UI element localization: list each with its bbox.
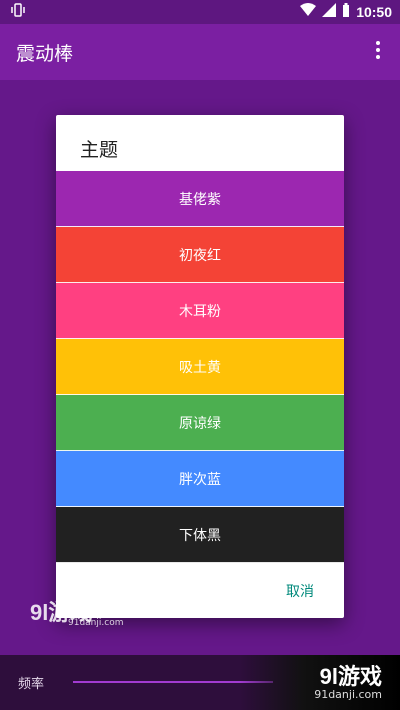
- theme-option-pink[interactable]: 木耳粉: [56, 283, 344, 339]
- theme-option-purple[interactable]: 基佬紫: [56, 171, 344, 227]
- theme-option-blue[interactable]: 胖次蓝: [56, 451, 344, 507]
- theme-dialog: 主题 基佬紫 初夜红 木耳粉 吸土黄 原谅绿 胖次蓝 下体黑 取消: [56, 115, 344, 618]
- dialog-actions: 取消: [56, 563, 344, 618]
- theme-option-green[interactable]: 原谅绿: [56, 395, 344, 451]
- theme-option-red[interactable]: 初夜红: [56, 227, 344, 283]
- theme-option-yellow[interactable]: 吸土黄: [56, 339, 344, 395]
- watermark-mid-url: 91danji.com: [68, 618, 124, 628]
- theme-option-black[interactable]: 下体黑: [56, 507, 344, 563]
- cancel-button[interactable]: 取消: [286, 581, 314, 601]
- dialog-title: 主题: [80, 139, 119, 161]
